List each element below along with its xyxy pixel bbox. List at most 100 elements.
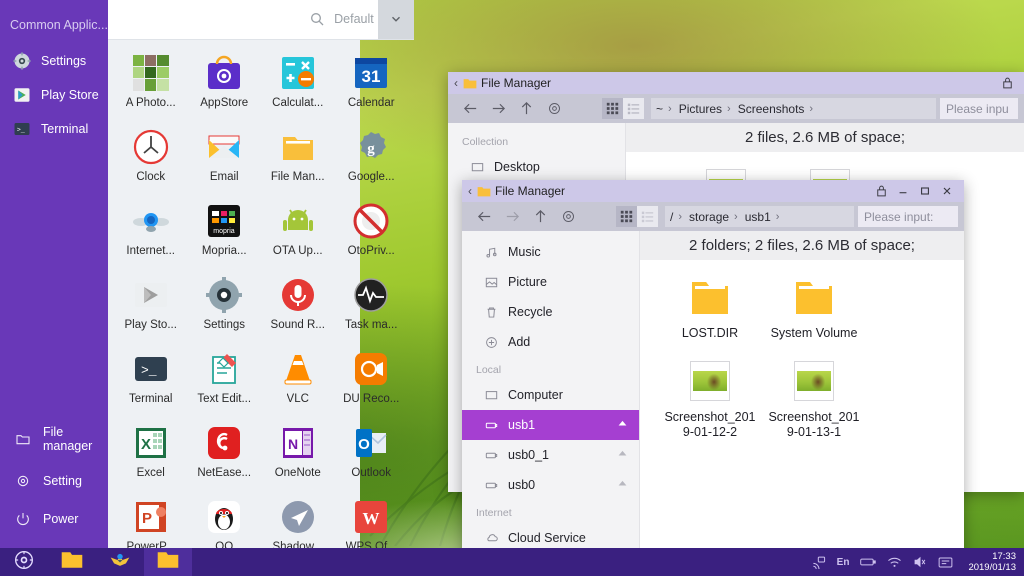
app-tile[interactable]: 31 Calendar [334, 48, 408, 122]
search-input[interactable] [107, 0, 304, 39]
lock-icon[interactable] [870, 181, 892, 201]
wifi-icon[interactable] [887, 556, 902, 569]
taskbar-item-file-manager[interactable] [144, 548, 192, 576]
window-titlebar[interactable]: ‹ File Manager [448, 72, 1024, 94]
sidebar-item-power[interactable]: Power [0, 500, 108, 538]
sidebar-item-usb0-1[interactable]: usb0_1 [462, 440, 639, 470]
up-arrow-icon[interactable] [526, 202, 554, 231]
taskbar-item-system-logo[interactable] [0, 548, 48, 576]
battery-icon[interactable] [860, 555, 877, 569]
app-tile[interactable]: Task ma... [334, 270, 408, 344]
app-tile[interactable]: N OneNote [261, 418, 335, 492]
file-item[interactable]: System Volume [762, 274, 866, 342]
breadcrumb-item[interactable]: / [665, 210, 678, 224]
sidebar-item-usb1[interactable]: usb1 [462, 410, 639, 440]
breadcrumb-item[interactable]: ~ [651, 102, 668, 116]
breadcrumb[interactable]: / › storage › usb1 › [665, 206, 854, 227]
sidebar-item-file-manager[interactable]: File manager [0, 416, 108, 462]
up-arrow-icon[interactable] [512, 94, 540, 123]
sidebar-item-add[interactable]: Add [462, 327, 639, 357]
sidebar-item-settings[interactable]: Settings [0, 44, 108, 78]
app-tile[interactable]: Email [187, 122, 261, 196]
sidebar-item-play-store[interactable]: Play Store [0, 78, 108, 112]
list-view-icon[interactable] [623, 98, 644, 119]
breadcrumb-item[interactable]: Screenshots [733, 102, 810, 116]
app-tile[interactable]: OTA Up... [261, 196, 335, 270]
lock-icon[interactable] [996, 73, 1018, 93]
app-tile[interactable]: DU Reco... [334, 344, 408, 418]
eject-icon[interactable] [616, 447, 629, 463]
file-manager-window-active[interactable]: ‹ File Manager / › storage › usb1 › Plea… [462, 180, 964, 560]
back-chevron-icon[interactable]: ‹ [454, 76, 458, 90]
view-toggle[interactable] [616, 206, 658, 227]
grid-view-icon[interactable] [602, 98, 623, 119]
file-item[interactable]: Screenshot_2019-01-13-1 [762, 358, 866, 441]
app-tile[interactable]: Text Edit... [187, 344, 261, 418]
sidebar-item-terminal[interactable]: >_ Terminal [0, 112, 108, 146]
app-tile[interactable]: File Man... [261, 122, 335, 196]
app-tile[interactable]: O Outlook [334, 418, 408, 492]
app-tile[interactable]: AppStore [187, 48, 261, 122]
app-tile[interactable]: P PowerP... [114, 492, 188, 548]
app-label: Internet... [126, 244, 176, 257]
sidebar-item-desktop[interactable]: Desktop [448, 152, 625, 182]
taskbar-item-eagle[interactable] [96, 548, 144, 576]
app-tile[interactable]: Calculat... [261, 48, 335, 122]
app-tile[interactable]: Clock [114, 122, 188, 196]
close-icon[interactable] [936, 181, 958, 201]
app-tile[interactable]: >_ Terminal [114, 344, 188, 418]
app-tile[interactable]: Play Sto... [114, 270, 188, 344]
sidebar-item-usb0[interactable]: usb0 [462, 470, 639, 500]
app-tile[interactable]: Internet... [114, 196, 188, 270]
list-view-icon[interactable] [637, 206, 658, 227]
clock[interactable]: 17:33 2019/01/13 [964, 551, 1016, 573]
app-tile[interactable]: mopria Mopria... [187, 196, 261, 270]
input-method-en-icon[interactable]: En [837, 557, 850, 568]
cast-icon[interactable] [812, 555, 826, 569]
eject-icon[interactable] [616, 417, 629, 433]
app-tile[interactable]: Shadow... [261, 492, 335, 548]
search-field[interactable]: Please inpu [940, 98, 1018, 119]
back-chevron-icon[interactable]: ‹ [468, 184, 472, 198]
chevron-down-icon[interactable] [377, 0, 414, 39]
filter-label[interactable]: Default [329, 0, 378, 39]
maximize-icon[interactable] [914, 181, 936, 201]
app-tile[interactable]: Settings [187, 270, 261, 344]
app-tile[interactable]: W WPS Of... [334, 492, 408, 548]
back-arrow-icon[interactable] [470, 202, 498, 231]
search-field[interactable]: Please input: [858, 206, 958, 227]
window-titlebar[interactable]: ‹ File Manager [462, 180, 964, 202]
breadcrumb-item[interactable]: Pictures [674, 102, 727, 116]
forward-arrow-icon[interactable] [484, 94, 512, 123]
taskbar-item-folder[interactable] [48, 548, 96, 576]
settings-gear-icon[interactable] [554, 202, 582, 231]
search-icon[interactable] [304, 0, 330, 39]
breadcrumb-item[interactable]: storage [684, 210, 734, 224]
sidebar-item-computer[interactable]: Computer [462, 380, 639, 410]
app-tile[interactable]: OtoPriv... [334, 196, 408, 270]
app-tile[interactable]: Sound R... [261, 270, 335, 344]
file-item[interactable]: LOST.DIR [658, 274, 762, 342]
volume-mute-icon[interactable] [913, 555, 927, 569]
minimize-icon[interactable] [892, 181, 914, 201]
breadcrumb-item[interactable]: usb1 [740, 210, 776, 224]
sidebar-item-music[interactable]: Music [462, 237, 639, 267]
app-tile[interactable]: X Excel [114, 418, 188, 492]
back-arrow-icon[interactable] [456, 94, 484, 123]
sidebar-item-picture[interactable]: Picture [462, 267, 639, 297]
app-tile[interactable]: A Photo... [114, 48, 188, 122]
message-icon[interactable] [938, 556, 953, 569]
settings-gear-icon[interactable] [540, 94, 568, 123]
breadcrumb[interactable]: ~ › Pictures › Screenshots › [651, 98, 936, 119]
sidebar-item-setting[interactable]: Setting [0, 462, 108, 500]
app-tile[interactable]: QQ [187, 492, 261, 548]
sidebar-item-recycle[interactable]: Recycle [462, 297, 639, 327]
app-tile[interactable]: g Google... [334, 122, 408, 196]
app-tile[interactable]: NetEase... [187, 418, 261, 492]
grid-view-icon[interactable] [616, 206, 637, 227]
app-tile[interactable]: VLC [261, 344, 335, 418]
eject-icon[interactable] [616, 477, 629, 493]
file-item[interactable]: Screenshot_2019-01-12-2 [658, 358, 762, 441]
view-toggle[interactable] [602, 98, 644, 119]
sidebar-item-label: Recycle [508, 305, 553, 319]
